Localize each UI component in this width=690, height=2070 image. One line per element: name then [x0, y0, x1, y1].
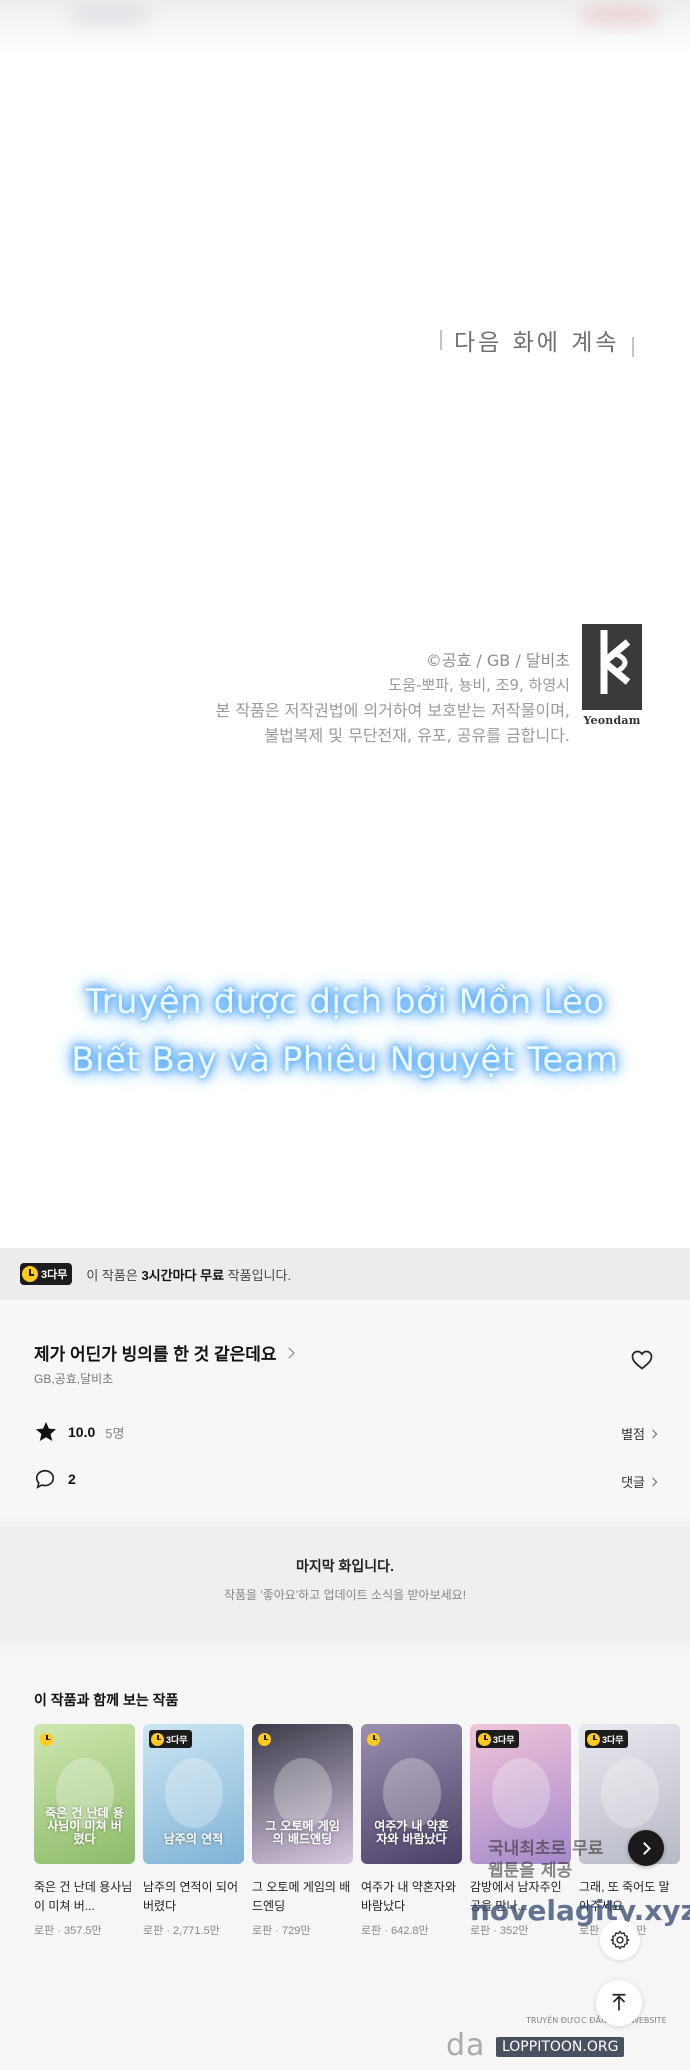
site-watermark: da LOPPITOON.ORG: [446, 2028, 625, 2063]
cover-figure: [601, 1758, 659, 1828]
free-badge: 3다무: [149, 1730, 192, 1748]
cover-title: 여주가 내 약혼자와 바람났다: [374, 1819, 449, 1846]
translator-credit: Truyện được dịch bởi Mồn Lèo: [85, 982, 605, 1022]
recommendations-title: 이 작품과 함께 보는 작품: [34, 1692, 179, 1708]
to-be-continued: 다음 화에 계속: [440, 322, 634, 358]
clock-icon: [367, 1732, 380, 1746]
cover-figure: [274, 1758, 332, 1828]
recommendation-meta: 로판 · 2,771.5만: [143, 1925, 220, 1937]
work-authors: GB,공효,달비초: [34, 1372, 114, 1386]
recommendation-title: 그 오토메 게임의 배드엔딩: [252, 1880, 351, 1913]
like-button[interactable]: [630, 1348, 654, 1372]
site-watermark: novelagity.xyz: [470, 1894, 690, 1927]
staff-line: 도움-뽀파, 뇽비, 조9, 하영시: [388, 676, 570, 694]
site-watermark: 국내최초로 무료 웹툰을 제공: [488, 1839, 604, 1881]
translator-credit: Biết Bay và Phiêu Nguyệt Team: [71, 1040, 619, 1080]
recommendation-card[interactable]: 그 오토메 게임의 배드엔딩 그 오토메 게임의 배드엔딩 로판 · 729만: [252, 1724, 353, 1938]
rating-value: 10.0: [68, 1424, 96, 1440]
cover-figure: [492, 1758, 550, 1828]
chevron-right-icon: [648, 1429, 658, 1438]
publisher-logo: Yeondam: [578, 622, 646, 732]
work-info-panel: 3다무 이 작품은 3시간마다 무료 작품입니다. 제가 어딘가 빙의를 한 것…: [0, 1248, 690, 2070]
recommendation-meta: 로판 · 357.5만: [34, 1925, 102, 1937]
comment-count: 2: [68, 1471, 76, 1487]
divider: [440, 330, 442, 350]
recommendation-meta: 로판 · 729만: [252, 1925, 311, 1937]
work-title-link[interactable]: 제가 어딘가 빙의를 한 것 같은데요: [34, 1340, 295, 1365]
clock-icon: [478, 1732, 491, 1746]
free-badge: [40, 1730, 53, 1748]
chevron-right-icon: [638, 1841, 651, 1855]
last-episode-notice: 마지막 화입니다. 작품을 '좋아요'하고 업데이트 소식을 받아보세요!: [0, 1526, 690, 1644]
recommendation-card[interactable]: 죽은 건 난데 용사님이 미쳐 버렸다죽은 건 난데 용사님이 미쳐 버... 로…: [34, 1724, 135, 1938]
comment-summary: 2: [34, 1468, 76, 1490]
clock-icon: [22, 1266, 38, 1282]
credits-block: ©공효 / GB / 달비초 도움-뽀파, 뇽비, 조9, 하영시 본 작품은 …: [216, 648, 570, 748]
free-badge-label: 3다무: [493, 1734, 515, 1745]
recommendation-title: 남주의 연적이 되어 버렸다: [143, 1880, 238, 1913]
notice-line: 불법복제 및 무단전재, 유포, 공유를 금합니다.: [264, 726, 570, 745]
clock-icon: [40, 1732, 53, 1746]
recommendation-cover: 여주가 내 약혼자와 바람났다: [361, 1724, 462, 1864]
heart-icon: [631, 1350, 653, 1370]
free-badge-label: 3다무: [602, 1734, 624, 1745]
cover-title: 남주의 연적: [163, 1832, 224, 1846]
recommendation-title: 여주가 내 약혼자와 바람났다: [361, 1880, 456, 1913]
free-badge: 3다무: [585, 1730, 628, 1748]
cover-title: 그 오토메 게임의 배드엔딩: [265, 1819, 340, 1846]
gear-icon: [610, 1930, 630, 1950]
comic-page: 다음 화에 계속 ©공효 / GB / 달비초 도움-뽀파, 뇽비, 조9, 하…: [0, 0, 690, 1248]
free-badge-label: 3다무: [41, 1269, 68, 1281]
free-badge: 3다무: [476, 1730, 519, 1748]
free-badge: 3다무: [20, 1263, 73, 1285]
work-title: 제가 어딘가 빙의를 한 것 같은데요: [34, 1345, 277, 1364]
logo-mark-icon: [582, 624, 642, 710]
comment-icon: [35, 1469, 55, 1489]
top-fade: [0, 0, 690, 58]
clock-icon: [587, 1732, 600, 1746]
settings-button[interactable]: [600, 1920, 640, 1960]
free-notice-bar: 3다무 이 작품은 3시간마다 무료 작품입니다.: [0, 1248, 690, 1300]
divider: [631, 337, 634, 357]
comment-link-label: 댓글: [621, 1475, 645, 1490]
last-episode-title: 마지막 화입니다.: [296, 1558, 394, 1574]
chevron-right-icon: [648, 1477, 658, 1486]
free-badge: [258, 1730, 271, 1748]
copyright-line: ©공효 / GB / 달비초: [425, 651, 570, 670]
last-episode-subtitle: 작품을 '좋아요'하고 업데이트 소식을 받아보세요!: [223, 1588, 467, 1602]
comment-link[interactable]: 댓글: [621, 1472, 658, 1491]
recommendation-title: 죽은 건 난데 용사님이 미쳐 버...: [34, 1880, 133, 1913]
site-watermark: TRUYỆN ĐƯỢC ĐĂNG TẠI WEBSITE: [526, 2016, 667, 2025]
recommendation-cover: 죽은 건 난데 용사님이 미쳐 버렸다: [34, 1724, 135, 1864]
clock-icon: [151, 1732, 164, 1746]
scroll-to-top-button[interactable]: [596, 1980, 642, 2026]
rate-link[interactable]: 별점: [621, 1424, 658, 1443]
cover-figure: [165, 1758, 223, 1828]
chevron-right-icon: [282, 1346, 295, 1359]
clock-icon: [258, 1732, 271, 1746]
recommendation-cover: 3다무남주의 연적: [143, 1724, 244, 1864]
cover-figure: [383, 1758, 441, 1828]
recommendation-meta: 로판 · 642.8만: [361, 1925, 429, 1937]
to-be-continued-text: 다음 화에 계속: [454, 330, 620, 356]
rating-summary: 10.0 5명: [34, 1420, 124, 1444]
scroll-next-button[interactable]: [628, 1830, 664, 1866]
star-icon: [36, 1422, 56, 1441]
cover-title: 죽은 건 난데 용사님이 미쳐 버렸다: [45, 1806, 124, 1846]
rating-count: 5명: [105, 1425, 125, 1441]
free-badge: [367, 1730, 380, 1748]
free-badge-label: 3다무: [166, 1734, 188, 1745]
logo-text: Yeondam: [583, 714, 641, 727]
recommendation-card[interactable]: 여주가 내 약혼자와 바람났다 여주가 내 약혼자와 바람났다 로판 · 642.8…: [361, 1724, 462, 1938]
work-summary: 제가 어딘가 빙의를 한 것 같은데요 GB,공효,달비초 10.0 5명 별점…: [0, 1300, 690, 1516]
notice-line: 본 작품은 저작권법에 의거하여 보호받는 저작물이며,: [215, 701, 570, 720]
rate-link-label: 별점: [621, 1427, 645, 1442]
recommendation-cover: 그 오토메 게임의 배드엔딩: [252, 1724, 353, 1864]
free-notice-text: 이 작품은 3시간마다 무료 작품입니다.: [86, 1267, 292, 1283]
recommendation-card[interactable]: 3다무남주의 연적남주의 연적이 되어 버렸다로판 · 2,771.5만: [143, 1724, 244, 1938]
arrow-up-icon: [612, 1993, 626, 2011]
